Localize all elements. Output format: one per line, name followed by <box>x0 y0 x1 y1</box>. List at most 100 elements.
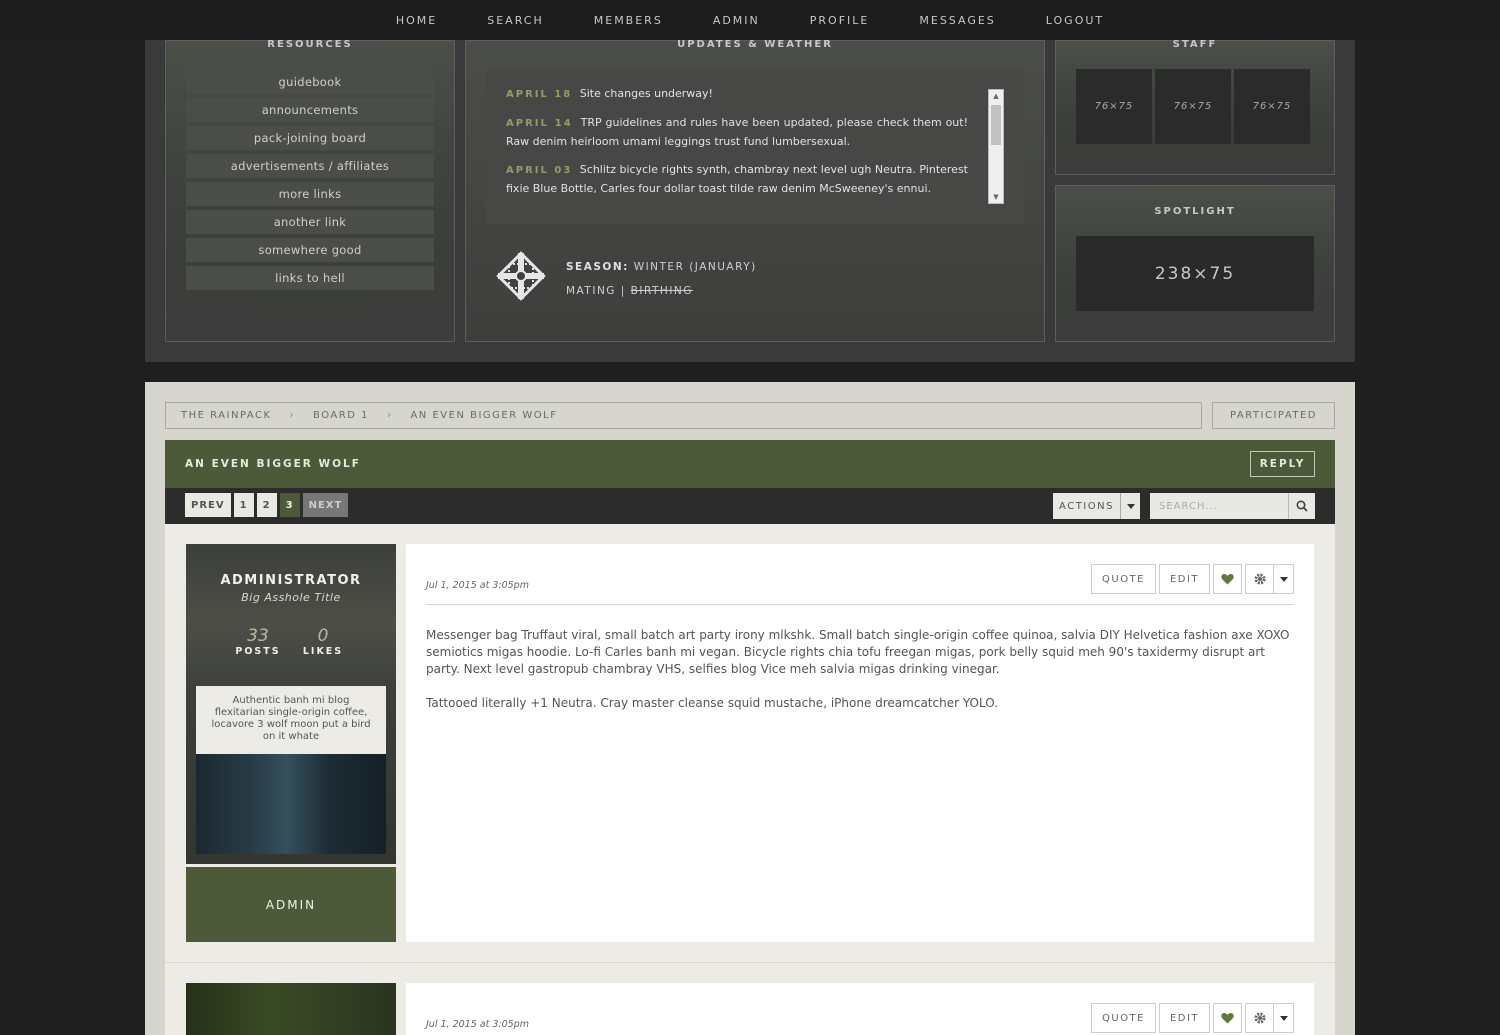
page-button-2[interactable]: 2 <box>256 493 277 517</box>
nav-home[interactable]: HOME <box>396 14 437 27</box>
posts-stat: 33 POSTS <box>228 626 288 657</box>
nav-search[interactable]: SEARCH <box>487 14 544 27</box>
season-text: SEASON: WINTER (JANUARY) MATING | BIRTHI… <box>566 261 866 297</box>
page-button-1[interactable]: 1 <box>233 493 254 517</box>
thread-title: AN EVEN BIGGER WOLF <box>185 458 361 470</box>
caret-down-icon[interactable] <box>1120 493 1140 519</box>
heart-icon <box>1221 574 1234 585</box>
nav-members[interactable]: MEMBERS <box>594 14 663 27</box>
thread-title-bar: AN EVEN BIGGER WOLF REPLY <box>165 440 1335 488</box>
season-value: WINTER (JANUARY) <box>633 261 757 273</box>
nav-admin[interactable]: ADMIN <box>713 14 760 27</box>
staff-slots: 76×75 76×75 76×75 <box>1076 69 1310 144</box>
posts-area: ADMINISTRATOR Big Asshole Title 33 POSTS… <box>165 524 1335 1035</box>
caret-down-icon[interactable] <box>1273 565 1293 593</box>
update-date: APRIL 18 <box>506 89 573 100</box>
resource-link-links-to-hell[interactable]: links to hell <box>186 266 434 290</box>
like-button[interactable] <box>1213 1003 1242 1033</box>
update-text: Schlitz bicycle rights synth, chambray n… <box>506 163 968 195</box>
quote-button[interactable]: QUOTE <box>1091 564 1156 594</box>
scroll-thumb[interactable] <box>991 105 1001 145</box>
update-date: APRIL 14 <box>506 118 573 129</box>
breadcrumb-item[interactable]: BOARD 1 <box>313 410 369 421</box>
post-paragraph: Messenger bag Truffaut viral, small batc… <box>426 628 1290 676</box>
options-dropdown[interactable] <box>1245 564 1294 594</box>
user-rank: ADMIN <box>186 867 396 942</box>
resources-links: guidebook announcements pack-joining boa… <box>186 70 434 294</box>
update-text: TRP guidelines and rules have been updat… <box>506 116 968 148</box>
post-username[interactable]: ADMINISTRATOR <box>186 573 396 588</box>
edit-button[interactable]: EDIT <box>1159 1003 1210 1033</box>
update-item: APRIL 03 Schlitz bicycle rights synth, c… <box>506 161 968 198</box>
update-date: APRIL 03 <box>506 165 573 176</box>
update-item: APRIL 14 TRP guidelines and rules have b… <box>506 114 968 151</box>
updates-list: APRIL 18 Site changes underway! APRIL 14… <box>506 85 968 208</box>
search-input[interactable] <box>1150 493 1288 519</box>
breadcrumb-separator: › <box>386 410 393 421</box>
heart-icon <box>1221 1013 1234 1024</box>
caret-down-icon[interactable] <box>1273 1004 1293 1032</box>
nav-profile[interactable]: PROFILE <box>810 14 870 27</box>
updates-box[interactable]: APRIL 18 Site changes underway! APRIL 14… <box>486 69 1024 224</box>
breadcrumb-item[interactable]: AN EVEN BIGGER WOLF <box>410 410 557 421</box>
breadcrumb-item[interactable]: THE RAINPACK <box>181 410 272 421</box>
staff-slot[interactable]: 76×75 <box>1234 69 1310 144</box>
prev-page-button[interactable]: PREV <box>185 493 231 517</box>
nav-messages[interactable]: MESSAGES <box>919 14 995 27</box>
top-nav: HOME SEARCH MEMBERS ADMIN PROFILE MESSAG… <box>0 0 1500 40</box>
staff-title: STAFF <box>1172 39 1218 50</box>
user-mini-profile: ADMINISTRATOR Big Asshole Title 33 POSTS… <box>186 544 396 864</box>
reply-button[interactable]: REPLY <box>1250 451 1315 477</box>
scroll-down-icon[interactable]: ▼ <box>989 191 1003 203</box>
likes-count: 0 <box>317 626 329 646</box>
search-icon[interactable] <box>1288 493 1315 519</box>
resource-link-another-link[interactable]: another link <box>186 210 434 234</box>
site-header: RESOURCES guidebook announcements pack-j… <box>145 39 1355 362</box>
post-date[interactable]: Jul 1, 2015 at 3:05pm <box>426 580 529 591</box>
staff-slot[interactable]: 76×75 <box>1076 69 1152 144</box>
spotlight-panel: SPOTLIGHT 238×75 <box>1055 185 1335 342</box>
updates-panel: UPDATES & WEATHER APRIL 18 Site changes … <box>465 39 1045 342</box>
post-date[interactable]: Jul 1, 2015 at 3:05pm <box>426 1019 529 1030</box>
actions-label: ACTIONS <box>1059 500 1114 512</box>
options-dropdown[interactable] <box>1245 1003 1294 1033</box>
resource-link-guidebook[interactable]: guidebook <box>186 70 434 94</box>
resource-link-somewhere-good[interactable]: somewhere good <box>186 238 434 262</box>
snowflake-icon <box>496 251 546 301</box>
page-button-3[interactable]: 3 <box>279 493 300 517</box>
season-divider: | <box>620 285 626 297</box>
resource-link-more-links[interactable]: more links <box>186 182 434 206</box>
staff-panel: STAFF 76×75 76×75 76×75 <box>1055 39 1335 175</box>
resources-panel: RESOURCES guidebook announcements pack-j… <box>165 39 455 342</box>
season-label: SEASON: <box>566 261 629 273</box>
post-separator <box>165 962 1335 963</box>
nav-logout[interactable]: LOGOUT <box>1046 14 1104 27</box>
resource-link-pack-joining[interactable]: pack-joining board <box>186 126 434 150</box>
edit-button[interactable]: EDIT <box>1159 564 1210 594</box>
post-body: Jul 1, 2015 at 3:05pm QUOTE EDIT <box>406 544 1314 942</box>
user-bio: Authentic banh mi blog flexitarian singl… <box>196 686 386 760</box>
resources-title: RESOURCES <box>267 39 353 50</box>
gear-icon <box>1246 1012 1273 1024</box>
likes-label: LIKES <box>302 646 344 657</box>
updates-scrollbar[interactable]: ▲ ▼ <box>988 89 1004 204</box>
pagination: PREV 1 2 3 NEXT <box>185 493 349 517</box>
main-content: THE RAINPACK › BOARD 1 › AN EVEN BIGGER … <box>145 382 1355 1035</box>
resource-link-announcements[interactable]: announcements <box>186 98 434 122</box>
user-mini-profile <box>186 983 396 1035</box>
like-button[interactable] <box>1213 564 1242 594</box>
resource-link-advertisements[interactable]: advertisements / affiliates <box>186 154 434 178</box>
post-body: Jul 1, 2015 at 3:05pm QUOTE EDIT <box>406 983 1314 1035</box>
staff-slot[interactable]: 76×75 <box>1155 69 1231 144</box>
next-page-button[interactable]: NEXT <box>302 493 349 517</box>
posts-count: 33 <box>247 626 269 646</box>
update-item: APRIL 18 Site changes underway! <box>506 85 968 104</box>
scroll-up-icon[interactable]: ▲ <box>989 90 1003 102</box>
post-buttons: QUOTE EDIT <box>1091 1003 1294 1033</box>
spotlight-title: SPOTLIGHT <box>1154 206 1236 217</box>
quote-button[interactable]: QUOTE <box>1091 1003 1156 1033</box>
participated-button[interactable]: PARTICIPATED <box>1212 402 1335 429</box>
actions-dropdown[interactable]: ACTIONS <box>1053 493 1140 519</box>
post-divider <box>426 604 1294 605</box>
spotlight-image[interactable]: 238×75 <box>1076 236 1314 311</box>
